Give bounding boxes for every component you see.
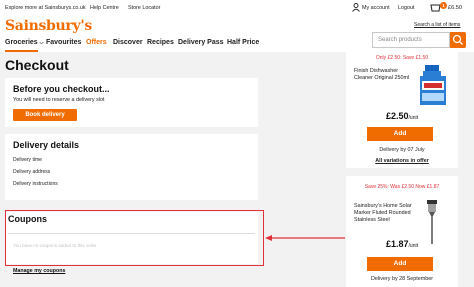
chevron-down-icon: ⌵: [39, 40, 44, 46]
my-account-link[interactable]: My account: [362, 5, 390, 11]
page-title: Checkout: [5, 57, 69, 73]
price-value: £2.50: [386, 111, 409, 121]
price-unit: /unit: [408, 115, 418, 121]
product-image[interactable]: [426, 200, 438, 244]
logout-link[interactable]: Logout: [398, 5, 415, 11]
search-button[interactable]: [450, 32, 466, 48]
all-variations-link[interactable]: All variations in offer: [346, 158, 458, 164]
reserve-slot-text: You will need to reserve a delivery slot: [13, 97, 105, 103]
add-button[interactable]: Add: [367, 127, 433, 141]
product-card: Only £2.50: Save £1.50 Finish Dishwasher…: [346, 52, 458, 168]
nav-favourites[interactable]: Favourites: [46, 39, 81, 46]
nav-discover[interactable]: Discover: [113, 39, 143, 46]
delivery-time-label: Delivery time: [13, 157, 42, 163]
nav-recipes[interactable]: Recipes: [147, 39, 174, 46]
annotation-arrow: [265, 235, 345, 241]
basket-total[interactable]: £6.50: [448, 5, 462, 11]
nav-half-price[interactable]: Half Price: [227, 39, 259, 46]
product-name[interactable]: Sainsbury's Home Solar Marker Fluted Rou…: [354, 203, 412, 224]
nav-groceries[interactable]: Groceries ⌵: [5, 39, 43, 46]
user-icon[interactable]: [352, 3, 360, 12]
delivery-address-label: Delivery address: [13, 169, 51, 175]
search-input[interactable]: Search products: [372, 32, 450, 48]
product-price: £2.50/unit: [346, 111, 458, 121]
store-locator-link[interactable]: Store Locator: [128, 5, 160, 11]
basket-count-badge: 1: [440, 2, 447, 9]
help-centre-link[interactable]: Help Centre: [90, 5, 119, 11]
nav-delivery-pass[interactable]: Delivery Pass: [178, 39, 224, 46]
product-card: Save 25%: Was £2.50 Now £1.87 Sainsbury'…: [346, 176, 458, 287]
search-icon: [452, 34, 463, 45]
highlight-box: [5, 210, 264, 266]
top-utility-bar: Explore more at Sainsburys.co.uk Help Ce…: [0, 0, 474, 17]
product-price: £1.87/unit: [346, 239, 458, 249]
delivery-date: Delivery by 07 July: [379, 147, 425, 153]
promo-text[interactable]: Only £2.50: Save £1.50: [346, 55, 458, 61]
product-name[interactable]: Finish Dishwasher Cleaner Original 250ml: [354, 68, 412, 82]
before-checkout-heading: Before you checkout...: [13, 84, 110, 94]
product-image[interactable]: [416, 65, 452, 107]
delivery-details-card: Delivery details Delivery time Delivery …: [5, 134, 258, 200]
price-value: £1.87: [386, 239, 409, 249]
book-delivery-button[interactable]: Book delivery: [13, 109, 77, 121]
price-unit: /unit: [408, 243, 418, 249]
search-list-link[interactable]: Search a list of items: [414, 22, 460, 28]
sainsburys-logo[interactable]: Sainsbury's: [5, 18, 92, 34]
before-checkout-card: Before you checkout... You will need to …: [5, 78, 258, 127]
delivery-instructions-label: Delivery instructions: [13, 181, 58, 187]
promo-text[interactable]: Save 25%: Was £2.50 Now £1.87: [346, 184, 458, 190]
manage-coupons-link[interactable]: Manage my coupons: [13, 268, 65, 274]
delivery-date: Delivery by 28 September: [370, 276, 434, 282]
explore-link[interactable]: Explore more at Sainsburys.co.uk: [5, 5, 86, 11]
delivery-details-heading: Delivery details: [13, 140, 80, 150]
nav-offers[interactable]: Offers: [86, 39, 107, 46]
nav-groceries-label: Groceries: [5, 39, 38, 46]
add-button[interactable]: Add: [367, 257, 433, 271]
